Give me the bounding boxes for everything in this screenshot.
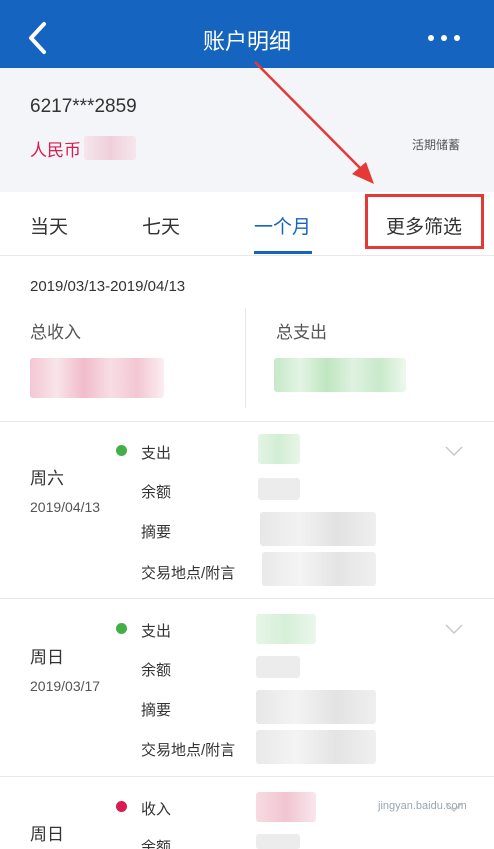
account-currency: 人民币 <box>30 141 81 160</box>
record-divider <box>0 776 494 777</box>
expense-dot-icon <box>116 623 127 634</box>
record-date: 2019/03/17 <box>30 678 101 694</box>
account-number: 6217***2859 <box>30 96 137 117</box>
tab-today[interactable]: 当天 <box>30 212 68 239</box>
record-field-summary: 摘要 <box>141 702 172 719</box>
summary-divider <box>245 308 246 408</box>
record-weekday: 周日 <box>30 825 64 844</box>
record-field-balance: 余额 <box>141 484 172 501</box>
account-type: 活期储蓄 <box>411 138 460 152</box>
record-divider <box>0 598 494 599</box>
active-tab-indicator <box>254 251 312 254</box>
record-field-balance: 余额 <box>141 662 172 679</box>
balance-blurred <box>84 136 136 160</box>
record-date: 2019/04/13 <box>30 499 101 515</box>
income-dot-icon <box>116 801 127 812</box>
record-type: 支出 <box>141 445 172 462</box>
summary-bottom-divider <box>0 421 494 422</box>
record-field-location: 交易地点/附言 <box>141 565 236 582</box>
total-income-label: 总收入 <box>30 323 81 342</box>
record-field-balance: 余额 <box>141 839 172 849</box>
filter-highlight-box <box>365 194 484 249</box>
expense-dot-icon <box>116 445 127 456</box>
total-expense-blurred <box>274 358 406 392</box>
tab-seven-days[interactable]: 七天 <box>142 212 180 239</box>
record-weekday: 周六 <box>30 469 64 488</box>
app-header: 账户明细 <box>0 0 494 68</box>
account-card: 6217***2859 人民币 活期储蓄 <box>0 68 494 192</box>
more-options-button[interactable] <box>428 30 460 46</box>
page-title: 账户明细 <box>202 29 291 54</box>
chevron-down-icon[interactable] <box>444 623 464 635</box>
more-dots-icon <box>428 35 434 41</box>
chevron-down-icon[interactable] <box>444 445 464 457</box>
record-type: 收入 <box>141 801 172 818</box>
date-range: 2019/03/13-2019/04/13 <box>30 278 186 295</box>
record-type: 支出 <box>141 623 172 640</box>
record-field-location: 交易地点/附言 <box>141 742 236 759</box>
total-income-blurred <box>30 358 164 398</box>
record-weekday: 周日 <box>30 648 64 667</box>
total-expense-label: 总支出 <box>276 323 327 342</box>
tab-one-month[interactable]: 一个月 <box>254 212 311 239</box>
watermark: jingyan.baidu.com <box>378 800 467 812</box>
record-field-summary: 摘要 <box>141 524 172 541</box>
